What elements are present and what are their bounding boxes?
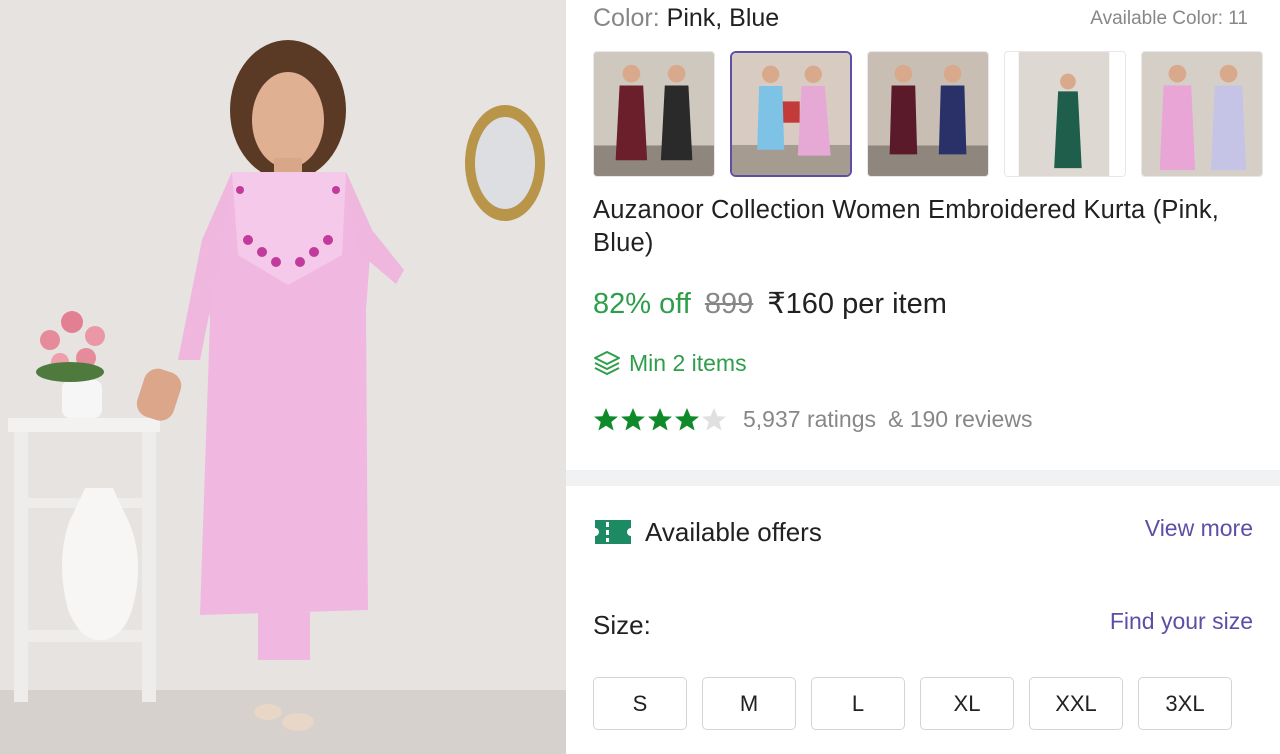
size-option-m[interactable]: M [702, 677, 796, 730]
star-filled-icon [648, 407, 672, 430]
thumbnail-image [1142, 52, 1262, 176]
rating-summary[interactable]: 5,937 ratings & 190 reviews [593, 406, 1032, 433]
thumbnail-image [868, 52, 988, 176]
find-your-size-link[interactable]: Find your size [1110, 608, 1253, 635]
color-value: Pink, Blue [666, 4, 780, 32]
star-empty-icon [702, 407, 726, 430]
available-colors: Available Color: 11 [1090, 8, 1248, 29]
model-wearing-kurta-illustration [0, 0, 566, 754]
price-row: 82% off 899 ₹160 per item [593, 286, 947, 321]
min-quantity-info: Min 2 items [593, 349, 747, 377]
color-label: Color: [593, 4, 660, 32]
size-option-xl[interactable]: XL [920, 677, 1014, 730]
size-option-l[interactable]: L [811, 677, 905, 730]
size-label: Size: [593, 610, 651, 640]
star-rating [593, 407, 727, 433]
selling-price: ₹160 per item [767, 288, 947, 320]
ratings-count: 5,937 ratings [743, 406, 876, 432]
section-divider [566, 470, 1280, 486]
available-offers-header: Available offers [593, 516, 822, 548]
ticket-icon [595, 520, 631, 544]
discount-percent: 82% off [593, 288, 691, 320]
star-filled-icon [675, 407, 699, 430]
thumbnail-maroon-black[interactable] [593, 51, 715, 177]
product-main-image[interactable] [0, 0, 566, 754]
size-option-xxl[interactable]: XXL [1029, 677, 1123, 730]
star-filled-icon [621, 407, 645, 430]
offers-label: Available offers [645, 516, 822, 547]
thumbnail-wine-navy[interactable] [867, 51, 989, 177]
star-filled-icon [594, 407, 618, 430]
size-option-3xl[interactable]: 3XL [1138, 677, 1232, 730]
view-more-offers-link[interactable]: View more [1145, 515, 1253, 542]
size-options: S M L XL XXL 3XL [593, 677, 1232, 730]
product-details-panel: Color: Pink, Blue Available Color: 11 Au… [566, 0, 1280, 754]
size-option-s[interactable]: S [593, 677, 687, 730]
thumbnail-pink-lavender[interactable] [1141, 51, 1263, 177]
product-title: Auzanoor Collection Women Embroidered Ku… [593, 196, 1220, 257]
thumbnail-image [1005, 52, 1125, 176]
thumbnail-image [594, 52, 714, 176]
min-items-label: Min 2 items [629, 349, 747, 376]
color-thumbnails [593, 51, 1263, 177]
reviews-count: & 190 reviews [887, 406, 1033, 432]
stack-layers-icon [594, 351, 620, 375]
original-price: 899 [704, 288, 754, 320]
thumbnail-green[interactable] [1004, 51, 1126, 177]
color-selection: Color: Pink, Blue [593, 4, 779, 33]
thumbnail-image [732, 53, 850, 175]
thumbnail-blue-pink[interactable] [730, 51, 852, 177]
